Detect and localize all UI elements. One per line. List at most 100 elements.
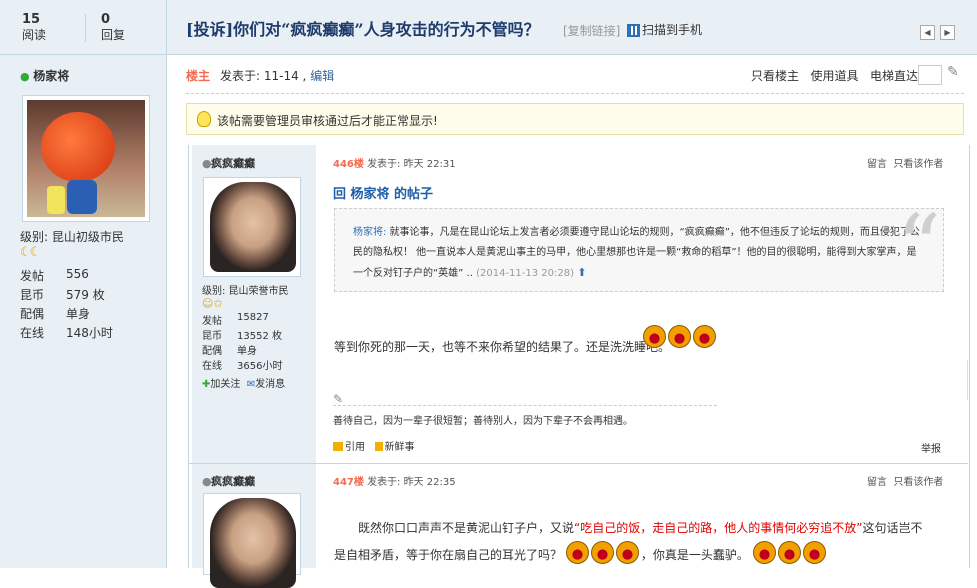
- author-stat-online: 在线 148小时: [20, 326, 113, 340]
- angry-face-icon: [752, 541, 776, 564]
- title-text: 你们对“疯疯癫癫”人身攻击的行为不管吗？: [233, 20, 540, 39]
- post-tools: 只看楼主 使用道具 电梯直达: [751, 67, 918, 84]
- edit-link[interactable]: 编辑: [310, 69, 334, 83]
- angry-face-icon: [615, 541, 639, 564]
- reply-footer-actions: 引用 新鲜事: [333, 438, 415, 453]
- author-name-text: 杨家将: [33, 69, 70, 83]
- quote-icon: [333, 442, 343, 451]
- replies-label: 回复: [101, 28, 126, 42]
- views-count: 15: [22, 12, 41, 27]
- stat-divider: [85, 14, 86, 42]
- quote-mark-icon: “: [896, 195, 941, 298]
- fresh-news-icon: [374, 442, 383, 451]
- notice-text: 该帖需要管理员审核通过后才能正常显示!: [217, 114, 438, 128]
- signature-divider: [333, 405, 717, 406]
- moon-level-icon: ☾☾: [20, 245, 41, 260]
- copy-link-button[interactable]: [复制链接]: [563, 22, 620, 39]
- avatar-image: [210, 498, 296, 588]
- follow-button[interactable]: 加关注: [210, 379, 240, 390]
- signature: 善待自己，因为一辈子很短暂；善待别人，因为下辈子不会再相遇。: [333, 416, 633, 427]
- reply-stat-online: 在线 3656小时: [202, 361, 283, 372]
- reply-body: 既然你口口声声不是黄泥山钉子户，又说“吃自己的饭，走自己的路，他人的事情何必穷追…: [334, 521, 923, 564]
- user-icon: ●: [20, 70, 30, 83]
- reply-body: 等到你死的那一天，也等不来你希望的结果了。还是洗洗睡吧。: [334, 340, 671, 354]
- floor-label: 楼主: [186, 69, 211, 83]
- angry-face-icon: [643, 325, 666, 348]
- comment-link[interactable]: 留言: [867, 159, 887, 170]
- reply-floor: 446楼 发表于: 昨天 22:31: [333, 155, 456, 170]
- author-level: 级别: 昆山初级市民 ☾☾: [20, 228, 124, 260]
- author-stat-spouse: 配偶 单身: [20, 307, 91, 321]
- reply-time: 发表于: 昨天 22:35: [367, 477, 456, 488]
- qr-code-icon: [627, 24, 640, 37]
- go-floor-icon[interactable]: ✎: [947, 64, 959, 80]
- title-prefix: [投诉]: [186, 20, 234, 39]
- author-name[interactable]: ● 杨家将: [20, 67, 69, 84]
- angry-face-icon: [777, 541, 801, 564]
- only-author-link[interactable]: 只看该作者: [893, 159, 943, 170]
- angry-face-icon: [590, 541, 614, 564]
- prev-thread-button[interactable]: ◀: [920, 25, 935, 40]
- replies-count: 0: [101, 12, 111, 27]
- replies-stat: 0 回复: [101, 12, 125, 43]
- author-stat-coins: 昆币 579 枚: [20, 288, 105, 302]
- highlighted-quote: “吃自己的饭，走自己的路，他人的事情何必穷追不放”: [574, 521, 863, 535]
- comment-link[interactable]: 留言: [867, 477, 887, 488]
- fresh-news-button[interactable]: 新鲜事: [385, 442, 415, 453]
- moderation-notice: 该帖需要管理员审核通过后才能正常显示!: [186, 103, 964, 135]
- user-icon: ●: [202, 157, 212, 170]
- quote-time: (2014-11-13 20:28): [476, 268, 575, 279]
- avatar-image: [27, 100, 145, 217]
- author-stat-posts: 发帖 556: [20, 267, 89, 283]
- scrollbar[interactable]: [967, 360, 977, 400]
- reply-author-avatar[interactable]: [203, 493, 301, 588]
- author-avatar[interactable]: [22, 95, 150, 222]
- reply-stat-posts: 发帖 15827: [202, 312, 269, 327]
- reply-title: 回 杨家将 的帖子: [333, 187, 434, 202]
- reply-actions-top: 留言 只看该作者: [867, 473, 943, 488]
- message-icon: ✉: [246, 379, 256, 390]
- avatar-image: [210, 182, 296, 272]
- quote-text: 杨家将: 就事论事，凡是在昆山论坛上发言者必须要遵守昆山论坛的规则，“疯疯癫癫”…: [353, 227, 920, 279]
- angry-face-icon: [802, 541, 826, 564]
- reply-actions-top: 留言 只看该作者: [867, 155, 943, 170]
- quote-author[interactable]: 杨家将:: [353, 227, 386, 238]
- only-op-link[interactable]: 只看楼主: [751, 69, 799, 83]
- only-author-link[interactable]: 只看该作者: [893, 477, 943, 488]
- reply-author-name[interactable]: ●疯疯癫癫: [202, 155, 255, 171]
- quote-button[interactable]: 引用: [345, 442, 365, 453]
- star-level-icon: ☺✩: [202, 297, 223, 310]
- report-button[interactable]: 举报: [921, 440, 941, 455]
- reply-floor: 447楼 发表于: 昨天 22:35: [333, 473, 456, 488]
- pencil-icon: ✎: [333, 392, 344, 406]
- angry-face-icon: [668, 325, 691, 348]
- use-tools-link[interactable]: 使用道具: [810, 69, 858, 83]
- floor-number[interactable]: 447楼: [333, 477, 364, 488]
- elevator-label: 电梯直达: [869, 69, 918, 83]
- reply-author-avatar[interactable]: [203, 177, 301, 277]
- reply-stat-coins: 昆币 13552 枚: [202, 331, 282, 342]
- reply-author-name[interactable]: ●疯疯癫癫: [202, 473, 255, 489]
- next-thread-button[interactable]: ▶: [940, 25, 955, 40]
- reply-author-level: 级别: 昆山荣誉市民 ☺✩: [202, 286, 289, 310]
- elevator-input[interactable]: [918, 65, 942, 85]
- reply-stat-spouse: 配偶 单身: [202, 346, 257, 357]
- reply-author-actions: ✚加关注 ✉发消息: [202, 375, 285, 390]
- angry-face-icon: [693, 325, 716, 348]
- views-stat: 15 阅读: [22, 12, 46, 43]
- post-time: 发表于: 11-14 , 编辑: [220, 69, 335, 83]
- divider: [186, 93, 964, 94]
- angry-face-icon: [565, 541, 589, 564]
- thread-title[interactable]: [投诉]你们对“疯疯癫癫”人身攻击的行为不管吗？: [186, 16, 540, 40]
- lightbulb-icon: [197, 111, 211, 127]
- views-label: 阅读: [22, 28, 47, 42]
- emoji-group: [643, 325, 718, 348]
- send-message-button[interactable]: 发消息: [255, 379, 285, 390]
- jump-to-quote-icon[interactable]: ⬆: [577, 266, 586, 279]
- reply-time: 发表于: 昨天 22:31: [367, 159, 456, 170]
- quote-block: 杨家将: 就事论事，凡是在昆山论坛上发言者必须要遵守昆山论坛的规则，“疯疯癫癫”…: [334, 203, 944, 292]
- scan-to-phone-button[interactable]: 扫描到手机: [627, 21, 702, 38]
- user-icon: ●: [202, 475, 212, 488]
- floor-number[interactable]: 446楼: [333, 159, 364, 170]
- author-level-text: 级别: 昆山初级市民: [20, 230, 124, 244]
